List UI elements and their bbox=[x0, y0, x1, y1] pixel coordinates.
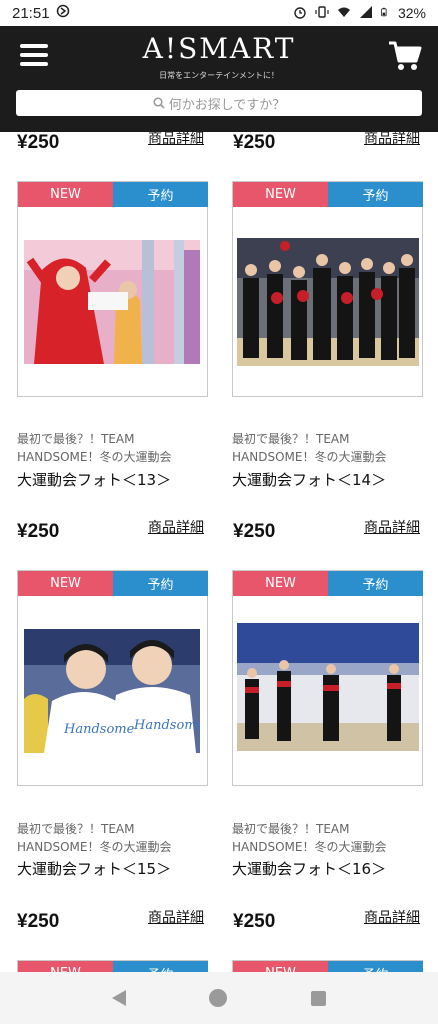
vibrate-icon bbox=[315, 5, 329, 22]
new-badge: NEW bbox=[18, 571, 113, 596]
product-card[interactable]: NEW 予約 bbox=[232, 570, 423, 786]
recent-apps-icon[interactable] bbox=[311, 990, 327, 1006]
search-icon bbox=[153, 97, 165, 109]
shirt-text-right: Handsome bbox=[133, 718, 200, 733]
product-title[interactable]: 大運動会フォト＜13＞ bbox=[17, 469, 212, 490]
battery-icon bbox=[381, 5, 390, 22]
product-detail-link[interactable]: 商品詳細 bbox=[364, 517, 420, 537]
product-price: ¥250 bbox=[17, 132, 60, 153]
product-price: ¥250 bbox=[233, 521, 276, 542]
new-badge: NEW bbox=[18, 961, 113, 972]
status-bar: 21:51 32% bbox=[0, 0, 438, 26]
reserve-badge: 予約 bbox=[328, 961, 423, 972]
product-card[interactable]: NEW 予約 bbox=[232, 181, 423, 397]
new-badge: NEW bbox=[18, 182, 113, 207]
reserve-badge: 予約 bbox=[113, 182, 208, 207]
product-title[interactable]: 大運動会フォト＜14＞ bbox=[232, 469, 427, 490]
sync-icon bbox=[56, 4, 70, 22]
product-detail-link[interactable]: 商品詳細 bbox=[148, 907, 204, 927]
product-price: ¥250 bbox=[17, 911, 60, 932]
back-icon[interactable] bbox=[111, 990, 126, 1006]
product-grid: ¥250 商品詳細 ¥250 商品詳細 NEW 予約 最初で最後？！TEAM H… bbox=[0, 132, 438, 972]
new-badge: NEW bbox=[233, 961, 328, 972]
system-nav-bar bbox=[0, 972, 438, 1024]
new-badge: NEW bbox=[233, 571, 328, 596]
product-detail-link[interactable]: 商品詳細 bbox=[364, 132, 420, 148]
reserve-badge: 予約 bbox=[328, 182, 423, 207]
product-subtitle: 最初で最後？！TEAM HANDSOME！冬の大運動会 bbox=[232, 432, 387, 464]
signal-icon bbox=[359, 5, 373, 22]
product-card[interactable]: NEW 予約 bbox=[17, 960, 208, 972]
app-screen: 21:51 32% A!SMART 日常をエンターテインメントに！ 何かお探しで… bbox=[0, 0, 438, 1024]
site-tagline: 日常をエンターテインメントに！ bbox=[159, 71, 279, 80]
new-badge: NEW bbox=[233, 182, 328, 207]
product-title[interactable]: 大運動会フォト＜16＞ bbox=[232, 858, 427, 879]
cart-icon[interactable] bbox=[388, 40, 422, 72]
reserve-badge: 予約 bbox=[113, 571, 208, 596]
product-photo bbox=[237, 238, 419, 366]
status-time: 21:51 bbox=[12, 4, 50, 22]
product-detail-link[interactable]: 商品詳細 bbox=[148, 517, 204, 537]
product-detail-link[interactable]: 商品詳細 bbox=[364, 907, 420, 927]
product-subtitle: 最初で最後？！TEAM HANDSOME！冬の大運動会 bbox=[17, 822, 172, 854]
product-subtitle: 最初で最後？！TEAM HANDSOME！冬の大運動会 bbox=[17, 432, 172, 464]
alarm-icon bbox=[293, 5, 307, 22]
search-input[interactable]: 何かお探しですか？ bbox=[16, 90, 422, 116]
product-card[interactable]: NEW 予約 Handsome Handsome bbox=[17, 570, 208, 786]
product-price: ¥250 bbox=[17, 521, 60, 542]
reserve-badge: 予約 bbox=[113, 961, 208, 972]
wifi-icon bbox=[337, 5, 351, 22]
product-subtitle: 最初で最後？！TEAM HANDSOME！冬の大運動会 bbox=[232, 822, 387, 854]
product-price: ¥250 bbox=[233, 911, 276, 932]
site-header: A!SMART 日常をエンターテインメントに！ 何かお探しですか？ bbox=[0, 26, 438, 132]
product-photo bbox=[24, 240, 200, 364]
reserve-badge: 予約 bbox=[328, 571, 423, 596]
product-card[interactable]: NEW 予約 bbox=[17, 181, 208, 397]
search-placeholder: 何かお探しですか？ bbox=[168, 97, 286, 113]
battery-percent: 32% bbox=[397, 5, 426, 21]
product-title[interactable]: 大運動会フォト＜15＞ bbox=[17, 858, 212, 879]
product-photo bbox=[237, 623, 419, 751]
product-photo: Handsome Handsome bbox=[24, 629, 200, 753]
site-logo[interactable]: A!SMART bbox=[0, 32, 438, 65]
home-icon[interactable] bbox=[209, 989, 228, 1007]
product-price: ¥250 bbox=[233, 132, 276, 153]
shirt-text-left: Handsome bbox=[63, 722, 135, 737]
product-card[interactable]: NEW 予約 bbox=[232, 960, 423, 972]
product-detail-link[interactable]: 商品詳細 bbox=[148, 132, 204, 148]
